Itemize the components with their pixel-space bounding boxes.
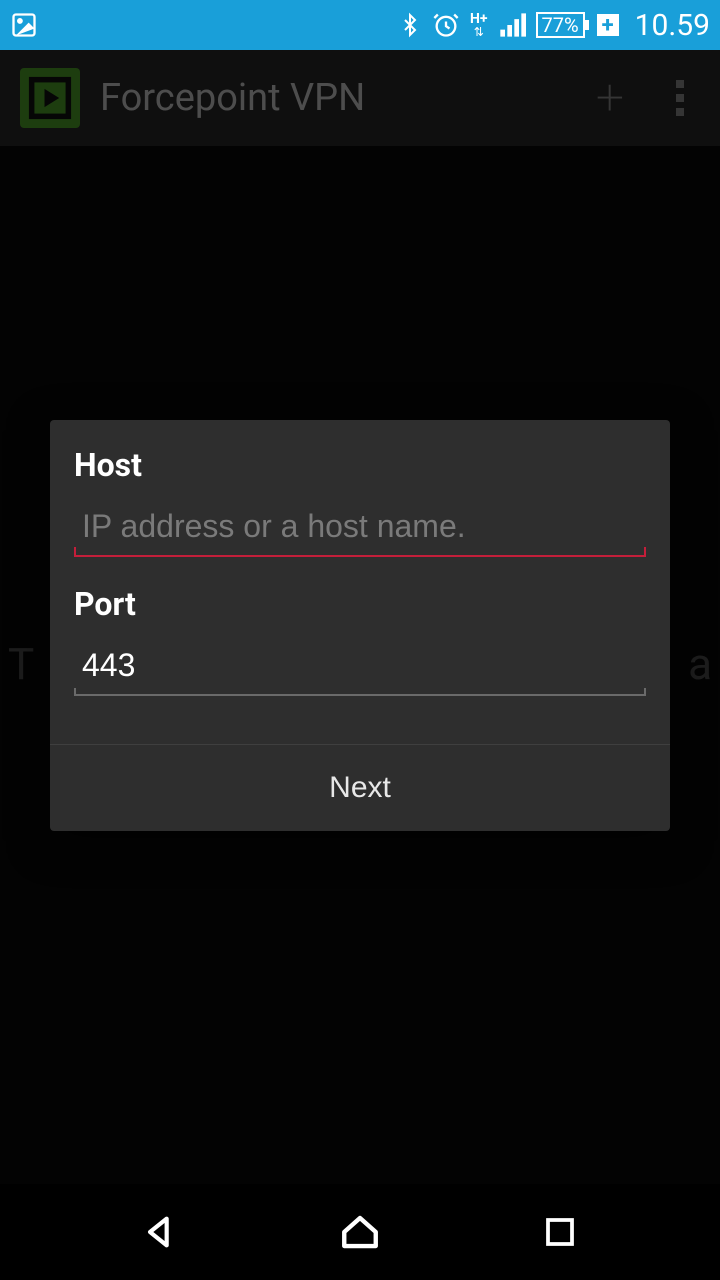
- app-bar: Forcepoint VPN +: [0, 50, 720, 146]
- port-input[interactable]: [74, 641, 646, 696]
- status-bar: H+ ⇅ 77% + 10.59: [0, 0, 720, 50]
- content-area: T a Host Port Next: [0, 146, 720, 1184]
- app-logo-icon: [20, 68, 80, 128]
- app-title: Forcepoint VPN: [100, 76, 560, 120]
- add-button[interactable]: +: [580, 69, 640, 127]
- alarm-icon: [432, 11, 460, 39]
- network-type-icon: H+ ⇅: [470, 12, 488, 38]
- host-input[interactable]: [74, 502, 646, 557]
- battery-icon: 77%: [536, 12, 585, 38]
- port-label: Port: [74, 585, 646, 623]
- home-button[interactable]: [336, 1208, 384, 1256]
- host-label: Host: [74, 446, 646, 484]
- screenshot-icon: [10, 11, 38, 39]
- signal-icon: [498, 11, 526, 39]
- clock-text: 10.59: [635, 8, 710, 43]
- battery-charging-icon: +: [597, 14, 619, 36]
- next-button[interactable]: Next: [50, 771, 670, 805]
- battery-percent: 77%: [542, 13, 579, 37]
- overflow-menu-button[interactable]: [660, 80, 700, 116]
- bluetooth-icon: [398, 11, 422, 39]
- recent-apps-button[interactable]: [536, 1208, 584, 1256]
- back-button[interactable]: [136, 1208, 184, 1256]
- host-port-dialog: Host Port Next: [50, 420, 670, 831]
- navigation-bar: [0, 1184, 720, 1280]
